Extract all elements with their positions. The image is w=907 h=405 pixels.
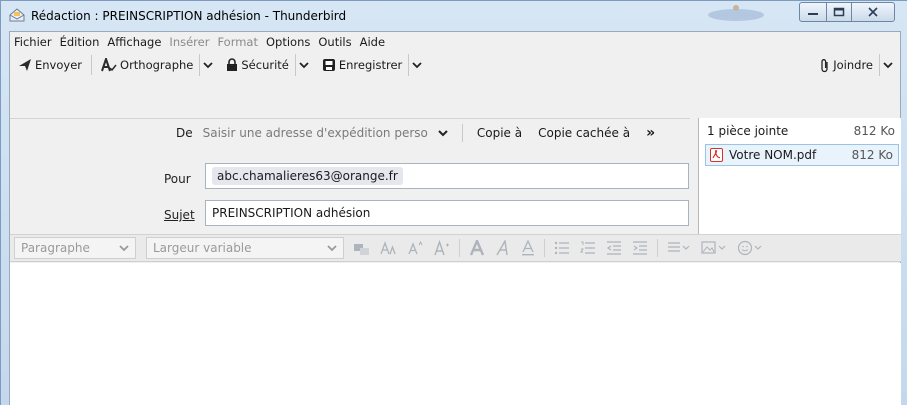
maximize-button[interactable] — [826, 2, 852, 22]
attachment-panel: 1 pièce jointe 812 Ko Votre NOM.pdf 812 … — [698, 118, 901, 235]
save-button[interactable]: Enregistrer — [318, 54, 406, 76]
thunderbird-compose-window: Rédaction : PREINSCRIPTION adhésion - Th… — [0, 0, 907, 405]
attachment-count: 1 pièce jointe — [707, 124, 789, 138]
attach-label: Joindre — [833, 58, 873, 72]
toolbar-separator — [91, 55, 93, 75]
menu-bar: Fichier Édition Affichage Insérer Format… — [10, 32, 900, 51]
separator — [459, 239, 460, 257]
bcc-button[interactable]: Copie cachée à — [538, 126, 630, 140]
minimize-icon — [808, 13, 818, 15]
font-size-larger-icon[interactable] — [434, 240, 450, 256]
more-fields-button[interactable]: » — [646, 125, 655, 141]
from-row: De Saisir une adresse d'expédition perso… — [176, 122, 655, 144]
subject-field[interactable]: PREINSCRIPTION adhésion — [205, 200, 689, 226]
insert-image-menu-icon[interactable] — [701, 241, 727, 255]
title-bar: Rédaction : PREINSCRIPTION adhésion - Th… — [1, 1, 907, 31]
attach-dropdown[interactable] — [879, 54, 896, 76]
text-color-icon[interactable] — [352, 240, 370, 256]
spellcheck-button[interactable]: Orthographe — [97, 54, 197, 76]
chevron-down-icon — [327, 245, 337, 252]
window-title: Rédaction : PREINSCRIPTION adhésion - Th… — [31, 9, 347, 23]
recipient-pill[interactable]: abc.chamalieres63@orange.fr — [212, 167, 403, 185]
menu-options[interactable]: Options — [266, 35, 315, 49]
separator — [461, 124, 463, 142]
chevron-down-icon — [203, 62, 214, 69]
format-toolbar: Paragraphe Largeur variable — [10, 234, 901, 262]
chevron-down-icon — [412, 62, 422, 69]
chevron-down-icon — [119, 245, 129, 252]
separator — [657, 239, 658, 257]
attachment-size: 812 Ko — [851, 148, 893, 162]
send-label: Envoyer — [35, 58, 83, 72]
indent-icon[interactable] — [632, 241, 648, 255]
menu-outils[interactable]: Outils — [318, 35, 356, 49]
lock-icon — [227, 58, 238, 71]
close-button[interactable] — [851, 2, 895, 22]
chevron-down-icon — [883, 62, 893, 69]
menu-inserer[interactable]: Insérer — [169, 35, 214, 49]
font-size-small-icon[interactable] — [408, 240, 424, 256]
chevron-down-icon — [299, 62, 309, 69]
send-icon — [19, 59, 31, 71]
menu-affichage[interactable]: Affichage — [107, 35, 166, 49]
paragraph-format-value: Paragraphe — [21, 241, 90, 255]
underline-icon[interactable] — [521, 240, 535, 256]
align-menu-icon[interactable] — [667, 241, 691, 255]
paperclip-icon — [821, 58, 828, 72]
spellcheck-dropdown[interactable] — [199, 54, 216, 76]
message-body-editor[interactable] — [10, 263, 901, 405]
security-label: Sécurité — [241, 58, 289, 72]
attachment-header[interactable]: 1 pièce jointe 812 Ko — [707, 124, 895, 138]
thunderbird-compose-icon — [9, 8, 25, 22]
spellcheck-icon — [101, 58, 117, 72]
cc-button[interactable]: Copie à — [477, 126, 522, 140]
paragraph-format-select[interactable]: Paragraphe — [14, 237, 136, 259]
font-value: Largeur variable — [153, 241, 252, 255]
chevron-down-icon[interactable] — [438, 129, 448, 137]
subject-label: Sujet — [164, 208, 195, 222]
spellcheck-label: Orthographe — [120, 58, 194, 72]
security-button[interactable]: Sécurité — [222, 54, 293, 76]
menu-fichier[interactable]: Fichier — [14, 35, 57, 49]
from-identity-select[interactable]: Saisir une adresse d'expédition perso — [203, 126, 428, 140]
pdf-file-icon — [710, 148, 723, 162]
font-size-smaller-icon[interactable] — [380, 240, 398, 256]
save-label: Enregistrer — [338, 58, 403, 72]
menu-edition[interactable]: Édition — [60, 35, 105, 49]
save-dropdown[interactable] — [408, 54, 425, 76]
compose-toolbar: Envoyer Orthographe Sécurité Enregistrer — [10, 52, 900, 78]
maximize-icon — [833, 7, 845, 17]
bullet-list-icon[interactable] — [554, 241, 570, 255]
menu-format[interactable]: Format — [217, 35, 263, 49]
attachment-name: Votre NOM.pdf — [729, 148, 817, 162]
numbered-list-icon[interactable] — [580, 241, 596, 255]
close-icon — [868, 7, 878, 17]
security-dropdown[interactable] — [294, 54, 312, 76]
subject-value: PREINSCRIPTION adhésion — [212, 206, 371, 220]
font-select[interactable]: Largeur variable — [146, 237, 344, 259]
outdent-icon[interactable] — [606, 241, 622, 255]
from-label: De — [176, 126, 193, 140]
to-field[interactable]: abc.chamalieres63@orange.fr — [205, 163, 689, 189]
send-button[interactable]: Envoyer — [14, 54, 86, 76]
save-icon — [322, 59, 335, 71]
attachment-total-size: 812 Ko — [853, 124, 895, 138]
attach-button[interactable]: Joindre — [816, 54, 877, 76]
blurred-logo — [708, 5, 764, 21]
to-label: Pour — [164, 172, 191, 186]
smiley-menu-icon[interactable] — [737, 240, 763, 256]
separator — [544, 239, 545, 257]
minimize-button[interactable] — [799, 2, 827, 22]
bold-icon[interactable] — [469, 240, 485, 256]
attachment-item[interactable]: Votre NOM.pdf 812 Ko — [705, 144, 899, 166]
italic-icon[interactable] — [495, 240, 511, 256]
menu-aide[interactable]: Aide — [360, 35, 390, 49]
